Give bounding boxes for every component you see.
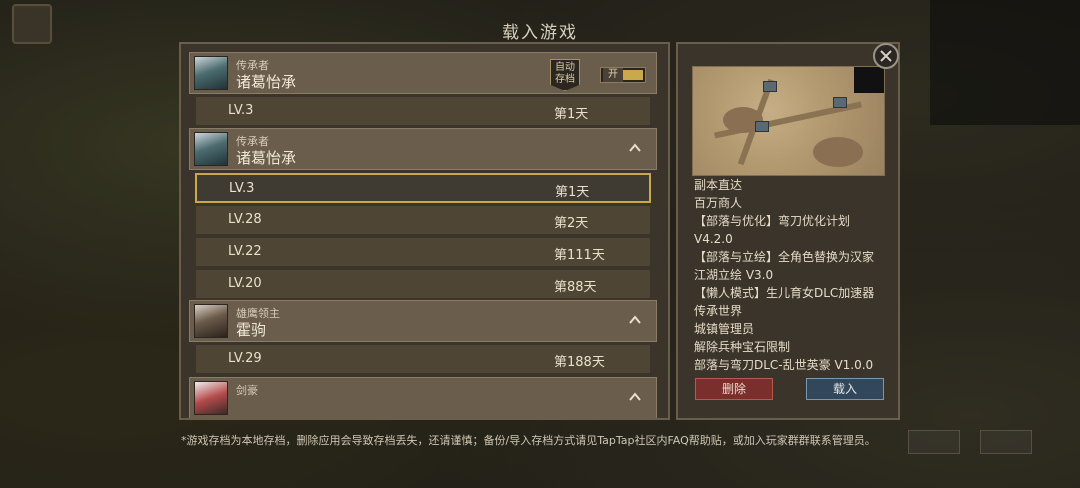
load-button[interactable]: 载入 (806, 378, 884, 400)
footer-note: *游戏存档为本地存档，删除应用会导致存档丢失，还请谨慎；备份/导入存档方式请见T… (181, 434, 876, 447)
save-day: 第188天 (554, 355, 605, 370)
mod-item: 【部落与优化】弯刀优化计划 (694, 214, 851, 228)
mod-item: V4.2.0 (694, 232, 733, 246)
save-header-2[interactable]: 雄鹰领主 霍驹 (189, 300, 657, 342)
save-entry-row[interactable]: LV.20 第88天 (195, 269, 651, 299)
bg-button-2 (980, 430, 1032, 454)
autosave-toggle[interactable]: 开 (600, 67, 646, 83)
autosave-badge: 自动存档 (550, 59, 580, 91)
chevron-up-icon (629, 143, 641, 152)
save-day: 第2天 (554, 216, 589, 231)
save-name: 诸葛怡承 (236, 73, 297, 91)
page-title: 载入游戏 (502, 23, 578, 43)
character-portrait (194, 381, 228, 415)
save-entry-row-selected[interactable]: LV.3 第1天 (195, 173, 651, 203)
save-name: 诸葛怡承 (236, 149, 297, 167)
close-button[interactable] (873, 43, 899, 69)
save-level: LV.22 (228, 244, 262, 259)
mod-item: 城镇管理员 (694, 322, 755, 336)
save-header-0[interactable]: 传承者 诸葛怡承 自动存档 开 (189, 52, 657, 94)
save-name: 霍驹 (236, 321, 267, 339)
mod-item: 【部落与立绘】全角色替换为汉家 (694, 250, 875, 264)
chevron-up-icon (629, 392, 641, 401)
toggle-label: 开 (603, 68, 623, 82)
save-header-3[interactable]: 剑豪 (189, 377, 657, 418)
toggle-knob (623, 70, 643, 80)
save-level: LV.3 (228, 103, 254, 118)
mod-list: 副本直达 百万商人 【部落与优化】弯刀优化计划 V4.2.0 【部落与立绘】全角… (694, 176, 894, 374)
save-day: 第111天 (554, 248, 605, 263)
save-entry-row[interactable]: LV.28 第2天 (195, 205, 651, 235)
mod-item: 解除兵种宝石限制 (694, 340, 791, 354)
save-list-panel: 传承者 诸葛怡承 自动存档 开 LV.3 第1天 传承者 诸葛怡承 LV.3 第… (179, 42, 670, 420)
save-entry-row[interactable]: LV.29 第188天 (195, 344, 651, 374)
save-entry-row[interactable]: LV.22 第111天 (195, 237, 651, 267)
delete-button[interactable]: 删除 (695, 378, 773, 400)
mod-item: 【懒人模式】生儿育女DLC加速器 (694, 286, 875, 300)
mod-item: 部落与弯刀DLC-乱世英豪 V1.0.0 (694, 358, 874, 372)
save-level: LV.20 (228, 276, 262, 291)
save-level: LV.3 (229, 181, 255, 196)
mod-item: 副本直达 (694, 178, 743, 192)
character-portrait (194, 56, 228, 90)
save-details-panel: 副本直达 百万商人 【部落与优化】弯刀优化计划 V4.2.0 【部落与立绘】全角… (676, 42, 900, 420)
mod-item: 百万商人 (694, 196, 743, 210)
mod-item: 江湖立绘 V3.0 (694, 268, 774, 282)
mod-item: 传承世界 (694, 304, 743, 318)
character-portrait (194, 304, 228, 338)
close-icon (880, 50, 892, 62)
save-day: 第1天 (555, 185, 590, 200)
save-role: 剑豪 (236, 384, 258, 397)
save-level: LV.28 (228, 212, 262, 227)
chevron-up-icon (629, 315, 641, 324)
save-entry-row[interactable]: LV.3 第1天 (195, 96, 651, 126)
save-day: 第88天 (554, 280, 597, 295)
save-level: LV.29 (228, 351, 262, 366)
minimap-inset (854, 67, 884, 93)
save-day: 第1天 (554, 107, 589, 122)
character-portrait (194, 132, 228, 166)
save-header-1[interactable]: 传承者 诸葛怡承 (189, 128, 657, 170)
bg-button-1 (908, 430, 960, 454)
save-map-thumbnail (692, 66, 885, 176)
